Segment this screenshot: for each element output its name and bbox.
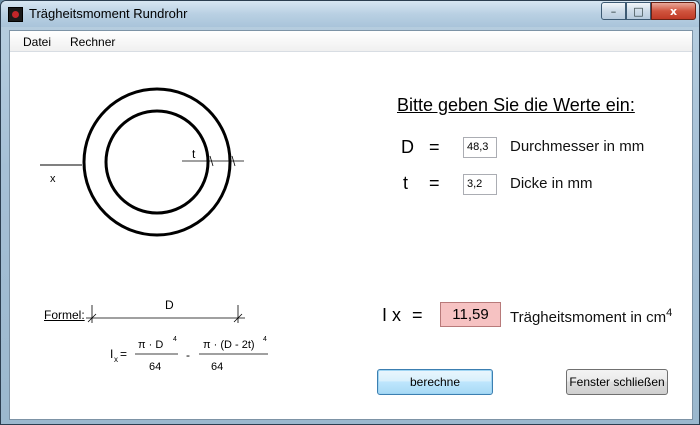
diameter-symbol: D [401,137,414,157]
window-title: Trägheitsmoment Rundrohr [29,6,188,21]
formula-label: Formel: [44,308,85,322]
result-unit-label: Trägheitsmoment in cm4 [510,307,672,326]
maximize-button[interactable]: □ [626,2,651,20]
formula-equals: = [120,347,127,361]
app-window: Trägheitsmoment Rundrohr – □ x Datei Rec… [0,0,700,425]
close-button[interactable]: x [651,2,696,20]
diameter-label: D [165,298,174,312]
x-axis-label: x [50,173,56,185]
result-unit-text: Trägheitsmoment in cm [510,309,667,326]
result-unit-exponent: 4 [666,307,673,319]
thickness-input[interactable]: 3,2 [463,174,497,195]
app-icon[interactable] [8,7,23,22]
minimize-button[interactable]: – [601,2,626,20]
formula-term1-denominator: 64 [149,361,161,373]
formula-lhs-subscript: x [114,355,118,364]
inner-circle [104,109,210,215]
main-content: x t D I x = π · D 4 64 - π · (D - 2t) 4 … [10,53,692,419]
formula-minus: - [186,348,190,362]
title-bar[interactable]: Trägheitsmoment Rundrohr – □ x [1,1,699,27]
thickness-symbol: t [403,173,409,193]
formula-term2-exponent: 4 [263,336,267,343]
formula-term2-denominator: 64 [211,361,223,373]
thickness-equals: = [429,173,440,193]
menu-bar: Datei Rechner [10,31,692,52]
thickness-label: t [192,147,196,161]
diameter-equals: = [429,137,440,157]
form-heading: Bitte geben Sie die Werte ein: [397,95,635,115]
formula-term2-numerator: π · (D - 2t) [203,339,255,351]
client-area: Datei Rechner x t D I x = π · D 4 64 - π… [9,30,693,420]
formula-term1-exponent: 4 [173,336,177,343]
diameter-unit-label: Durchmesser in mm [510,138,645,155]
thickness-unit-label: Dicke in mm [510,175,593,192]
formula-lhs: I [110,347,113,361]
calculate-button[interactable]: berechne [377,369,493,395]
close-window-button[interactable]: Fenster schließen [566,369,668,395]
formula-term1-numerator: π · D [138,339,163,351]
menu-item-datei[interactable]: Datei [23,35,51,49]
result-symbol: I x [382,305,402,325]
diameter-input[interactable]: 48,3 [463,137,497,158]
result-value: 11,59 [440,302,501,327]
result-equals: = [412,305,423,325]
menu-item-rechner[interactable]: Rechner [70,35,115,49]
